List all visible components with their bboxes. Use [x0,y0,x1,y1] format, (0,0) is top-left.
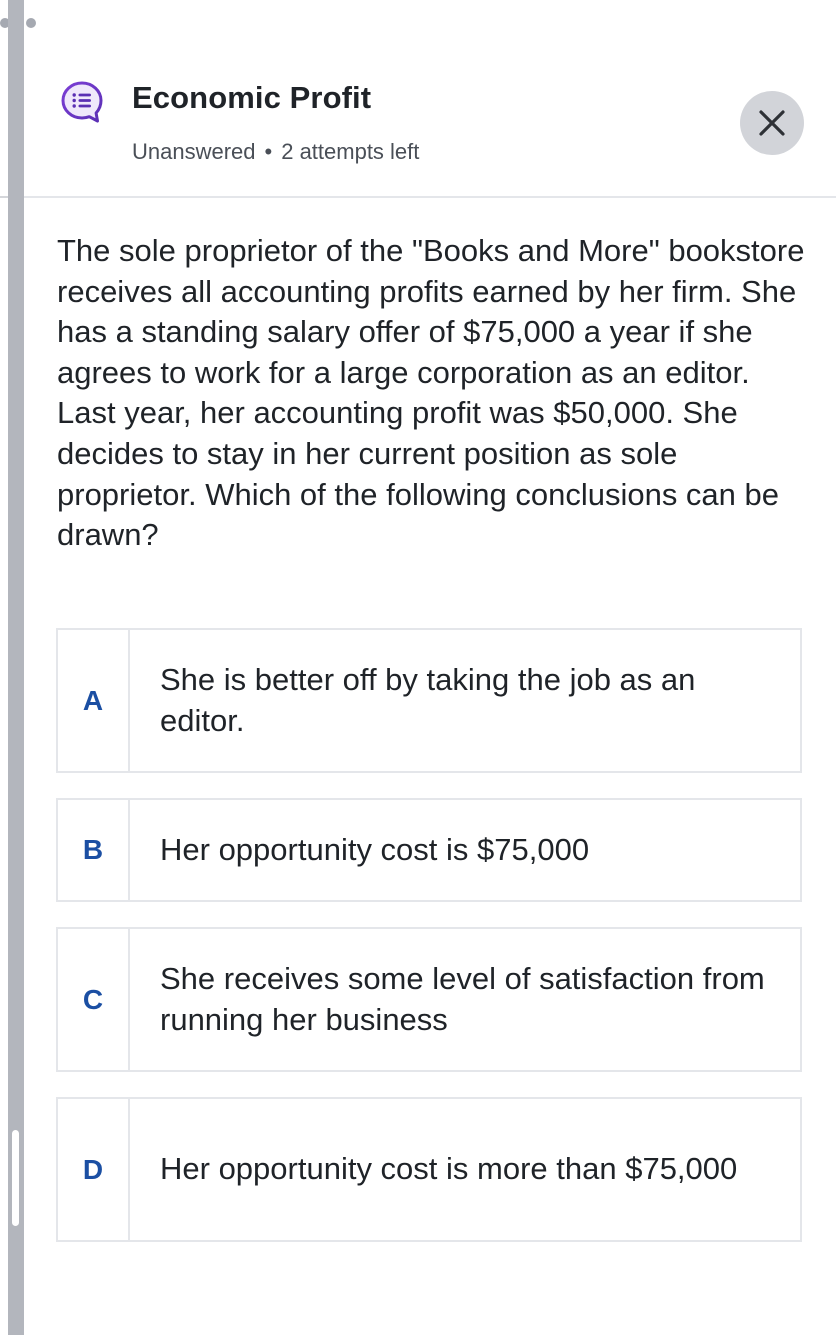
option-letter: C [58,929,130,1070]
question-screen: Economic Profit Unanswered • 2 attempts le… [0,0,836,1335]
question-header: Economic Profit Unanswered • 2 attempts le… [24,0,836,198]
option-letter: B [58,800,130,900]
attempts-label: 2 attempts left [281,139,420,164]
scrollbar-thumb[interactable] [12,1130,19,1226]
answer-option-a[interactable]: A She is better off by taking the job as… [56,628,802,773]
option-letter: A [58,630,130,771]
option-text: She receives some level of satisfaction … [160,961,765,1037]
option-text: Her opportunity cost is $75,000 [160,831,590,867]
answer-option-d[interactable]: D Her opportunity cost is more than $75,… [56,1097,802,1242]
option-text: Her opportunity cost is more than $75,00… [160,1151,738,1187]
answer-option-b[interactable]: B Her opportunity cost is $75,000 [56,798,802,902]
close-button[interactable] [740,91,804,155]
rail-divider [0,196,8,198]
close-icon [759,110,785,136]
question-text: The sole proprietor of the "Books and Mo… [57,233,805,553]
question-meta: Unanswered • 2 attempts left [132,139,419,165]
question-title: Economic Profit [132,80,372,115]
meta-separator: • [264,139,273,164]
status-label: Unanswered [132,139,256,164]
option-text: She is better off by taking the job as a… [160,662,696,738]
option-letter: D [58,1099,130,1240]
answer-option-c[interactable]: C She receives some level of satisfactio… [56,927,802,1072]
chat-bubble-list-icon [61,81,103,123]
